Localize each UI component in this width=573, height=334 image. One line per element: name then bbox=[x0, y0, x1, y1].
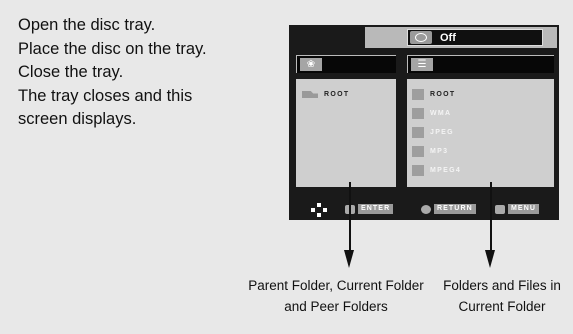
instruction-line: The tray closes and this bbox=[18, 86, 193, 105]
list-item-label: ROOT bbox=[430, 91, 456, 98]
return-button[interactable]: RETURN bbox=[421, 203, 476, 215]
callout-line: Current Folder bbox=[458, 299, 546, 314]
folder-icon bbox=[412, 89, 424, 100]
return-label: RETURN bbox=[434, 204, 476, 214]
enter-button[interactable]: ENTER bbox=[345, 203, 394, 215]
list-item[interactable]: MP3 bbox=[412, 144, 461, 159]
list-item-label: JPEG bbox=[430, 129, 454, 136]
disc-status: Off bbox=[407, 29, 543, 46]
folder-label: ROOT bbox=[324, 91, 350, 98]
list-item[interactable]: JPEG bbox=[412, 125, 461, 140]
left-panel: ROOT bbox=[296, 79, 396, 187]
left-arrow-head bbox=[344, 250, 354, 268]
left-callout: Parent Folder, Current Folder and Peer F… bbox=[242, 275, 430, 317]
menu-label: MENU bbox=[508, 204, 540, 214]
right-panel-header: ☰ bbox=[407, 55, 554, 73]
osd-button-bar: ENTER RETURN MENU bbox=[289, 197, 559, 217]
right-arrow-head bbox=[485, 250, 495, 268]
enter-label: ENTER bbox=[358, 204, 394, 214]
osd-top-bar: Off bbox=[365, 27, 557, 48]
list-item[interactable]: ROOT bbox=[412, 87, 461, 102]
list-item[interactable]: MPEG4 bbox=[412, 163, 461, 178]
folder-icon bbox=[412, 108, 424, 119]
instruction-line: Place the disc on the tray. bbox=[18, 39, 207, 58]
disc-icon bbox=[410, 31, 432, 44]
left-panel-header: ❀ bbox=[296, 55, 396, 73]
folder-icon bbox=[412, 146, 424, 157]
instruction-line: Close the tray. bbox=[18, 63, 124, 81]
right-panel: ROOT WMA JPEG MP3 MPEG4 bbox=[407, 79, 554, 187]
instruction-line: Open the disc tray. bbox=[18, 16, 156, 34]
right-callout: Folders and Files in Current Folder bbox=[438, 275, 566, 317]
right-arrow-line bbox=[490, 182, 492, 252]
menu-icon bbox=[495, 204, 505, 214]
file-list-icon: ☰ bbox=[411, 58, 433, 71]
folder-icon bbox=[412, 127, 424, 138]
list-item[interactable]: WMA bbox=[412, 106, 461, 121]
osd-screen: Off ❀ ☰ ROOT ROOT WMA JPEG MP3 MPEG4 ENT… bbox=[289, 25, 559, 220]
disc-status-label: Off bbox=[440, 31, 456, 44]
folder-tree-icon: ❀ bbox=[300, 58, 322, 71]
list-item-label: MP3 bbox=[430, 148, 449, 155]
callout-line: Parent Folder, Current Folder bbox=[248, 278, 424, 293]
folder-item[interactable]: ROOT bbox=[302, 87, 349, 102]
instructions: Open the disc tray. Place the disc on th… bbox=[18, 14, 278, 132]
list-item-label: MPEG4 bbox=[430, 167, 462, 174]
instruction-line: screen displays. bbox=[18, 110, 137, 128]
folder-icon bbox=[412, 165, 424, 176]
navigation-icon bbox=[311, 203, 327, 217]
folder-icon bbox=[302, 91, 318, 98]
callout-line: and Peer Folders bbox=[284, 299, 388, 314]
left-arrow-line bbox=[349, 182, 351, 252]
menu-button[interactable]: MENU bbox=[495, 203, 540, 215]
callout-line: Folders and Files in bbox=[443, 278, 561, 293]
list-item-label: WMA bbox=[430, 110, 452, 117]
return-icon bbox=[421, 204, 431, 214]
